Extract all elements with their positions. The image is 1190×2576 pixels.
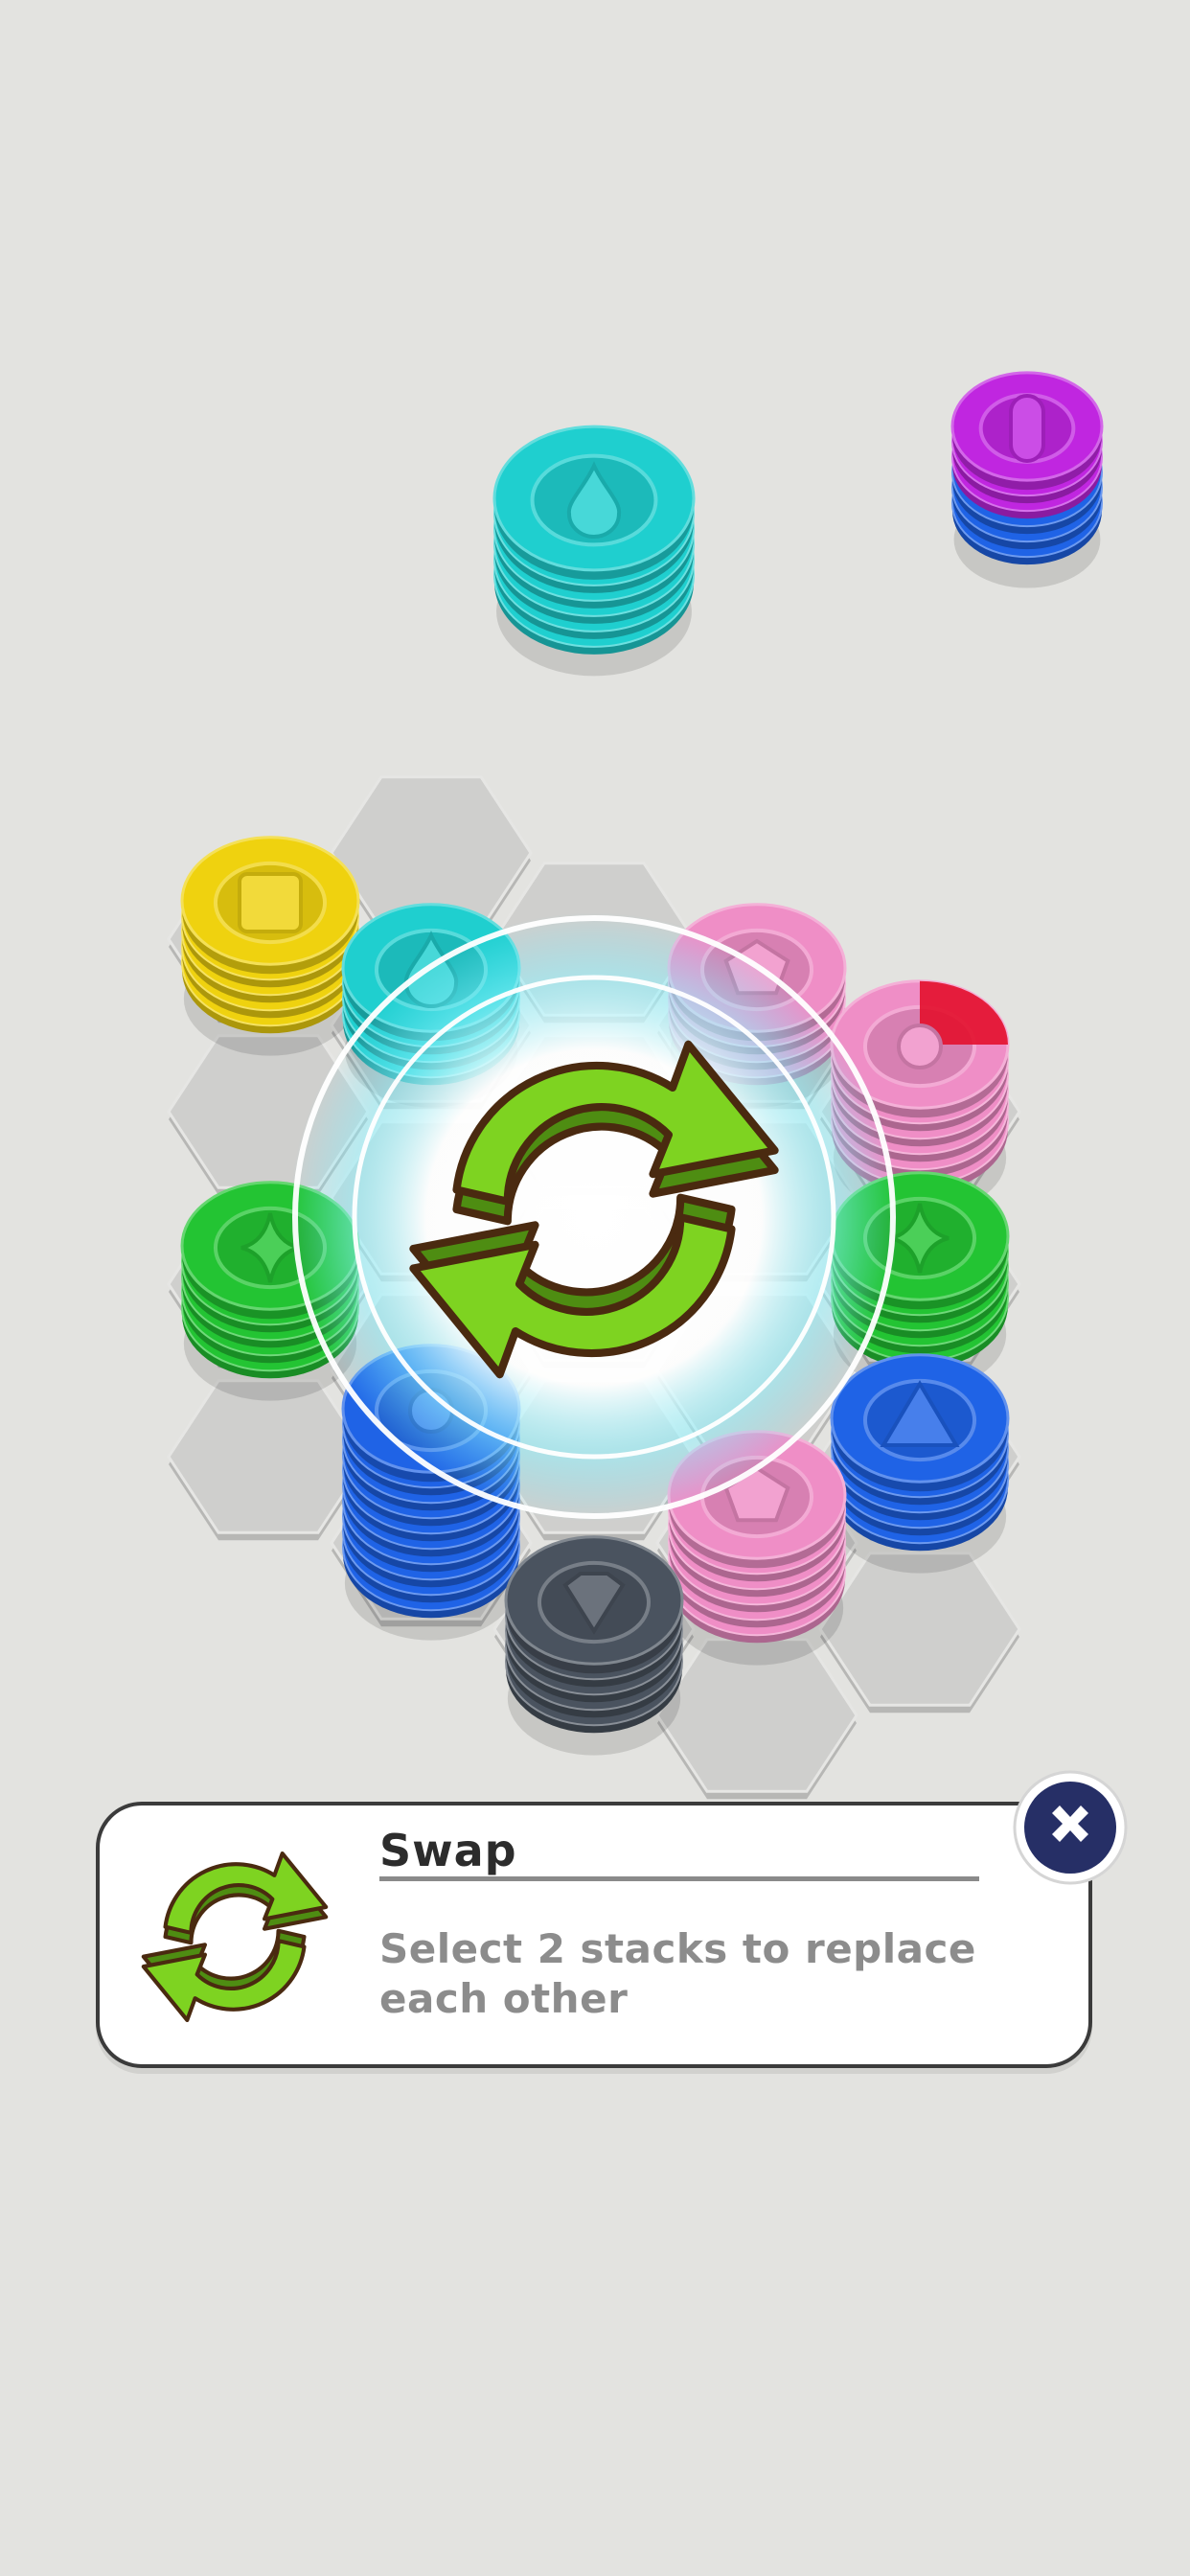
swap-effect <box>289 912 899 1522</box>
panel-description: Select 2 stacks to replace each other <box>379 1925 976 2022</box>
swap-arrows-icon <box>141 1851 329 2023</box>
chip-stack[interactable] <box>950 371 1104 588</box>
close-button[interactable] <box>1012 1769 1129 1886</box>
oval-icon <box>1009 394 1045 463</box>
close-x-icon <box>1013 1770 1128 1885</box>
circle-icon <box>897 1024 943 1070</box>
square-icon <box>238 872 303 933</box>
chip-stack[interactable] <box>492 425 696 677</box>
game-board <box>167 371 1104 1800</box>
panel-divider <box>379 1876 979 1881</box>
swap-arrows-icon <box>141 1851 329 2023</box>
panel-title: Swap <box>379 1825 517 1876</box>
chip-stack[interactable] <box>504 1535 684 1756</box>
chip-stack[interactable] <box>180 836 360 1056</box>
chip-stack[interactable] <box>830 1353 1010 1574</box>
booster-info-panel: Swap Select 2 stacks to replace each oth… <box>96 1802 1092 2068</box>
